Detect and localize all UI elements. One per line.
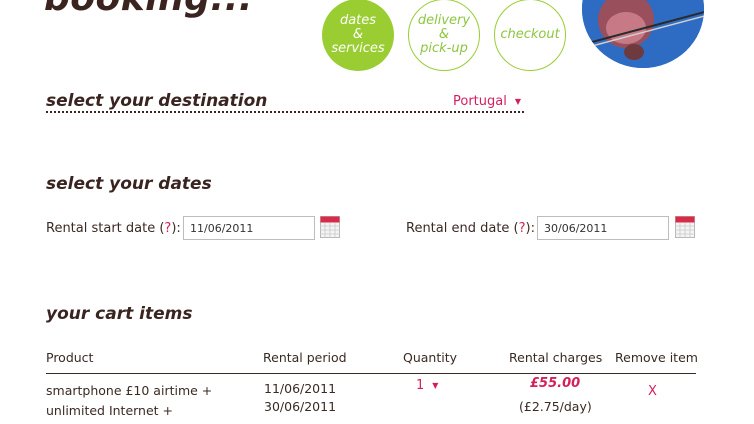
- step-delivery-pickup[interactable]: delivery & pick-up: [408, 0, 480, 71]
- col-product: Product: [46, 350, 94, 365]
- cart-heading: your cart items: [46, 304, 193, 324]
- destination-value: Portugal: [453, 94, 507, 109]
- destination-heading: select your destination: [46, 91, 268, 111]
- calendar-icon[interactable]: [675, 216, 695, 238]
- rental-period: 11/06/2011 30/06/2011: [264, 381, 337, 414]
- start-date-label: Rental start date (?):: [46, 221, 181, 236]
- divider: [46, 111, 524, 113]
- end-date-input[interactable]: [537, 216, 669, 240]
- step-dates-services[interactable]: dates & services: [322, 0, 394, 71]
- rental-charge: £55.00: [530, 376, 581, 391]
- end-date-label: Rental end date (?):: [406, 221, 535, 236]
- quantity-select[interactable]: 1 ▼: [416, 378, 438, 393]
- chevron-down-icon: ▼: [514, 97, 521, 106]
- step-checkout[interactable]: checkout: [494, 0, 566, 71]
- bird-photo: [582, 0, 704, 68]
- col-remove-item: Remove item: [615, 350, 698, 365]
- chevron-down-icon: ▼: [432, 381, 439, 390]
- quantity-value: 1: [416, 378, 425, 393]
- page-title: booking...: [44, 0, 253, 19]
- step-label: checkout: [500, 27, 560, 42]
- col-rental-period: Rental period: [263, 350, 347, 365]
- end-date-help-link[interactable]: ?: [519, 221, 526, 236]
- step-label: dates & services: [331, 13, 385, 56]
- destination-select[interactable]: Portugal ▼: [453, 94, 521, 109]
- remove-item-button[interactable]: X: [648, 384, 657, 399]
- col-quantity: Quantity: [403, 350, 458, 365]
- step-label: delivery & pick-up: [417, 13, 471, 56]
- start-date-input[interactable]: [183, 216, 315, 240]
- product-name: smartphone £10 airtime + unlimited Inter…: [46, 383, 213, 418]
- per-day-charge: (£2.75/day): [519, 399, 592, 414]
- bird-image-icon: [582, 0, 704, 68]
- col-rental-charges: Rental charges: [509, 350, 603, 365]
- calendar-icon[interactable]: [320, 216, 340, 238]
- table-header-divider: [46, 373, 696, 374]
- dates-heading: select your dates: [46, 174, 212, 194]
